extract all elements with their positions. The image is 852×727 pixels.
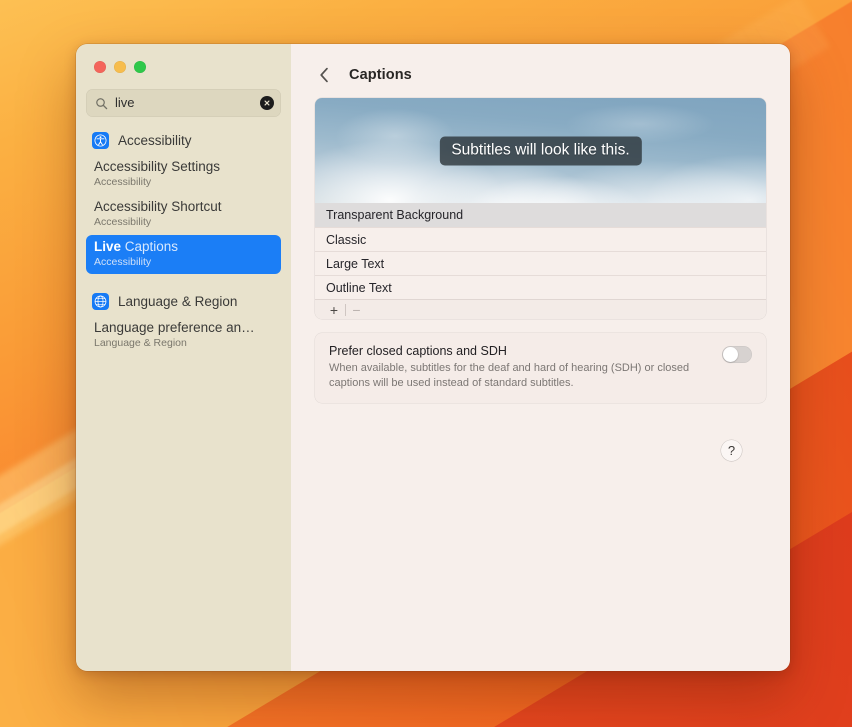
style-row-label: Classic: [326, 232, 367, 247]
search-result-accessibility-settings[interactable]: Accessibility Settings Accessibility: [86, 155, 281, 194]
add-style-button[interactable]: +: [323, 300, 345, 320]
style-row-label: Transparent Background: [326, 208, 464, 222]
result-title: Accessibility Settings: [94, 159, 221, 174]
system-settings-window: live Accessibility Accessibility Setting…: [76, 44, 790, 671]
help-label: ?: [727, 443, 736, 458]
search-field[interactable]: live: [86, 89, 281, 117]
search-icon: [95, 97, 108, 110]
caption-style-list: Transparent Background Classic Large Tex…: [315, 203, 766, 299]
cloud: [335, 108, 455, 164]
prefer-closed-captions-toggle[interactable]: [722, 346, 752, 363]
style-row-label: Large Text: [326, 256, 385, 271]
content-header: Captions: [315, 44, 766, 98]
cloud: [410, 162, 600, 203]
search-input[interactable]: live: [108, 89, 260, 117]
close-button[interactable]: [94, 61, 106, 73]
help-row: ?: [315, 403, 766, 461]
result-title-match: Live: [94, 239, 122, 254]
sidebar-group-label: Accessibility: [118, 133, 192, 148]
style-row-outline-text[interactable]: Outline Text: [315, 275, 766, 299]
search-result-live-captions[interactable]: Live Captions Accessibility: [86, 235, 281, 274]
subtitle-sample-text: Subtitles will look like this.: [439, 136, 642, 165]
result-title: Live Captions: [94, 239, 273, 255]
search-result-language-preference[interactable]: Language preference an… Language & Regio…: [86, 316, 281, 355]
sidebar: live Accessibility Accessibility Setting…: [76, 44, 291, 671]
search-results-list: Accessibility Accessibility Settings Acc…: [86, 128, 281, 355]
caption-preview: Subtitles will look like this.: [315, 98, 766, 203]
caption-styles-card: Subtitles will look like this. Transpare…: [315, 98, 766, 319]
globe-icon: [92, 293, 109, 310]
page-title: Captions: [349, 67, 412, 83]
result-subtitle: Language & Region: [94, 337, 187, 349]
prefer-title: Prefer closed captions and SDH: [329, 344, 507, 358]
sidebar-group-label: Language & Region: [118, 294, 238, 309]
style-row-classic[interactable]: Classic: [315, 227, 766, 251]
minimize-button[interactable]: [114, 61, 126, 73]
cloud: [465, 176, 645, 203]
result-title-rest: Captions: [121, 239, 179, 254]
result-title: Language preference an…: [94, 320, 255, 335]
sidebar-group-accessibility[interactable]: Accessibility: [86, 128, 281, 153]
toggle-knob: [723, 347, 738, 362]
content-pane: Captions Subtitles will look like this. …: [291, 44, 790, 671]
search-result-accessibility-shortcut[interactable]: Accessibility Shortcut Accessibility: [86, 195, 281, 234]
style-row-transparent-background[interactable]: Transparent Background: [315, 203, 766, 227]
result-title: Accessibility Shortcut: [94, 199, 222, 214]
remove-style-button[interactable]: −: [346, 300, 368, 320]
style-row-label: Outline Text: [326, 280, 392, 295]
back-button[interactable]: [315, 66, 333, 84]
result-subtitle: Accessibility: [94, 256, 152, 268]
style-row-large-text[interactable]: Large Text: [315, 251, 766, 275]
clear-icon[interactable]: [260, 96, 274, 110]
prefer-description: When available, subtitles for the deaf a…: [329, 362, 690, 389]
sidebar-group-language-region[interactable]: Language & Region: [86, 289, 281, 314]
style-list-toolbar: + −: [315, 299, 766, 319]
prefer-closed-captions-card: Prefer closed captions and SDH When avai…: [315, 333, 766, 403]
cloud: [530, 160, 766, 203]
zoom-button[interactable]: [134, 61, 146, 73]
prefer-text-block: Prefer closed captions and SDH When avai…: [329, 344, 710, 391]
help-button[interactable]: ?: [721, 440, 742, 461]
result-subtitle: Accessibility: [94, 176, 152, 188]
accessibility-icon: [92, 132, 109, 149]
window-controls: [86, 44, 281, 73]
cloud: [645, 154, 766, 203]
result-subtitle: Accessibility: [94, 216, 152, 228]
